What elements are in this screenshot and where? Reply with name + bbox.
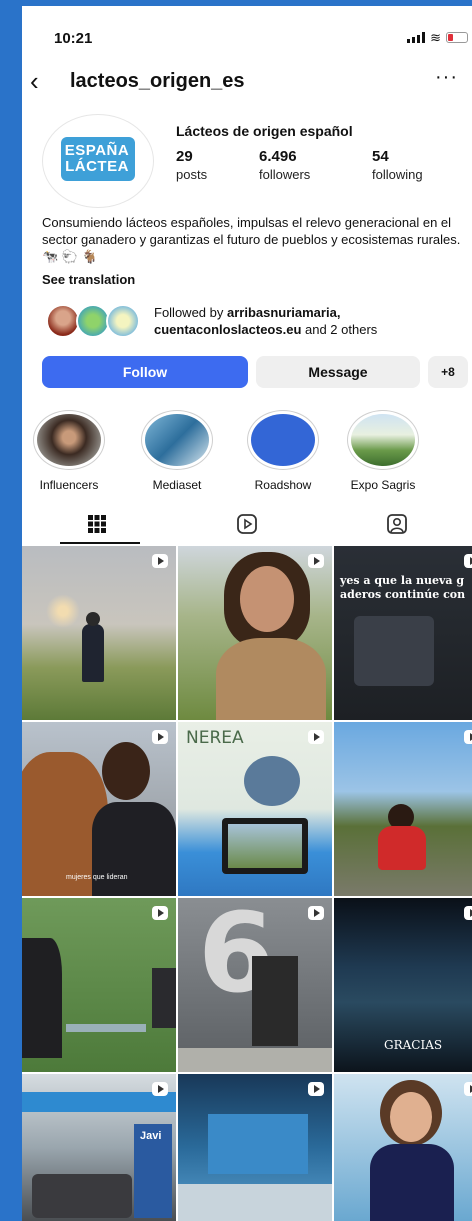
- profile-username: lacteos_origen_es: [70, 70, 245, 92]
- post-thumbnail[interactable]: NEREA: [178, 722, 332, 896]
- active-tab-indicator: [60, 542, 140, 544]
- post-thumbnail[interactable]: [22, 898, 176, 1072]
- highlight-image: [37, 414, 101, 466]
- followed-by-avatars[interactable]: [46, 304, 146, 340]
- post-thumbnail[interactable]: yes a que la nueva g aderos continúe con: [334, 546, 472, 720]
- post-thumbnail[interactable]: [178, 1074, 332, 1221]
- follow-button[interactable]: Follow: [42, 356, 248, 388]
- wifi-icon: ≋: [430, 30, 441, 45]
- tab-grid[interactable]: [22, 504, 172, 544]
- highlight-image: [145, 414, 209, 466]
- reel-icon: [308, 554, 324, 568]
- stat-following[interactable]: 54 following: [372, 148, 423, 182]
- follower-avatar: [46, 304, 80, 338]
- message-button[interactable]: Message: [256, 356, 420, 388]
- profile-tabs: [22, 504, 472, 544]
- post-thumbnail[interactable]: mujeres que lideran: [22, 722, 176, 896]
- add-person-icon: +8: [441, 365, 455, 379]
- back-arrow-icon[interactable]: ‹: [30, 68, 39, 94]
- reel-icon: [308, 1082, 324, 1096]
- post-thumbnail[interactable]: 6: [178, 898, 332, 1072]
- system-icons: ≋: [407, 30, 468, 45]
- signal-icon: [407, 32, 426, 43]
- posts-grid: yes a que la nueva g aderos continúe con …: [22, 546, 472, 1221]
- suggest-users-button[interactable]: +8: [428, 356, 468, 388]
- follower-avatar: [106, 304, 140, 338]
- highlight-roadshow[interactable]: Roadshow: [240, 410, 326, 492]
- post-thumbnail[interactable]: [334, 1074, 472, 1221]
- post-thumbnail[interactable]: [22, 546, 176, 720]
- highlight-expo-sagris[interactable]: Expo Sagris: [340, 410, 426, 492]
- grid-icon: [88, 515, 106, 533]
- follower-avatar: [76, 304, 110, 338]
- post-overlay-text: yes a que la nueva g aderos continúe con: [340, 574, 466, 601]
- profile-bio: Consumiendo lácteos españoles, impulsas …: [42, 215, 461, 264]
- highlight-image: [251, 414, 315, 466]
- profile-header: ‹ lacteos_origen_es ···: [22, 64, 472, 104]
- reel-icon: [464, 1082, 472, 1096]
- stat-posts[interactable]: 29 posts: [176, 148, 207, 182]
- post-caption: mujeres que lideran: [66, 874, 128, 881]
- reel-icon: [152, 554, 168, 568]
- profile-avatar[interactable]: ESPAÑA LÁCTEA: [42, 114, 154, 208]
- post-thumbnail[interactable]: GRACIAS: [334, 898, 472, 1072]
- reel-icon: [152, 1082, 168, 1096]
- profile-full-name: Lácteos de origen español: [176, 123, 353, 139]
- post-thumbnail[interactable]: [334, 722, 472, 896]
- post-thumbnail[interactable]: Javi: [22, 1074, 176, 1221]
- post-overlay-title: NEREA: [186, 728, 244, 748]
- reels-icon: [237, 514, 257, 534]
- battery-icon: [446, 32, 468, 43]
- reel-icon: [464, 730, 472, 744]
- tagged-user-icon: [387, 514, 407, 534]
- status-time: 10:21: [54, 30, 93, 47]
- highlight-image: [351, 414, 415, 466]
- highlight-mediaset[interactable]: Mediaset: [134, 410, 220, 492]
- reel-icon: [152, 730, 168, 744]
- status-bar: 10:21 ≋: [22, 6, 472, 66]
- post-thumbnail[interactable]: [178, 546, 332, 720]
- post-overlay-text: GRACIAS: [384, 1038, 443, 1052]
- tab-reels[interactable]: [172, 504, 322, 544]
- phone-screen: 10:21 ≋ ‹ lacteos_origen_es ··· ESPAÑA L…: [22, 6, 472, 1221]
- see-translation-link[interactable]: See translation: [42, 272, 135, 287]
- carousel-icon: [152, 906, 168, 920]
- reel-icon: [308, 730, 324, 744]
- followed-by-text[interactable]: Followed by arribasnuriamaria, cuentacon…: [154, 304, 470, 338]
- reel-icon: [464, 906, 472, 920]
- post-sign-text: Javi: [140, 1130, 162, 1142]
- tab-tagged[interactable]: [322, 504, 472, 544]
- reel-icon: [308, 906, 324, 920]
- stat-followers[interactable]: 6.496 followers: [259, 148, 310, 182]
- espana-lactea-logo: ESPAÑA LÁCTEA: [64, 142, 130, 175]
- more-options-icon[interactable]: ···: [435, 66, 458, 89]
- reel-icon: [464, 554, 472, 568]
- highlight-influencers[interactable]: Influencers: [26, 410, 112, 492]
